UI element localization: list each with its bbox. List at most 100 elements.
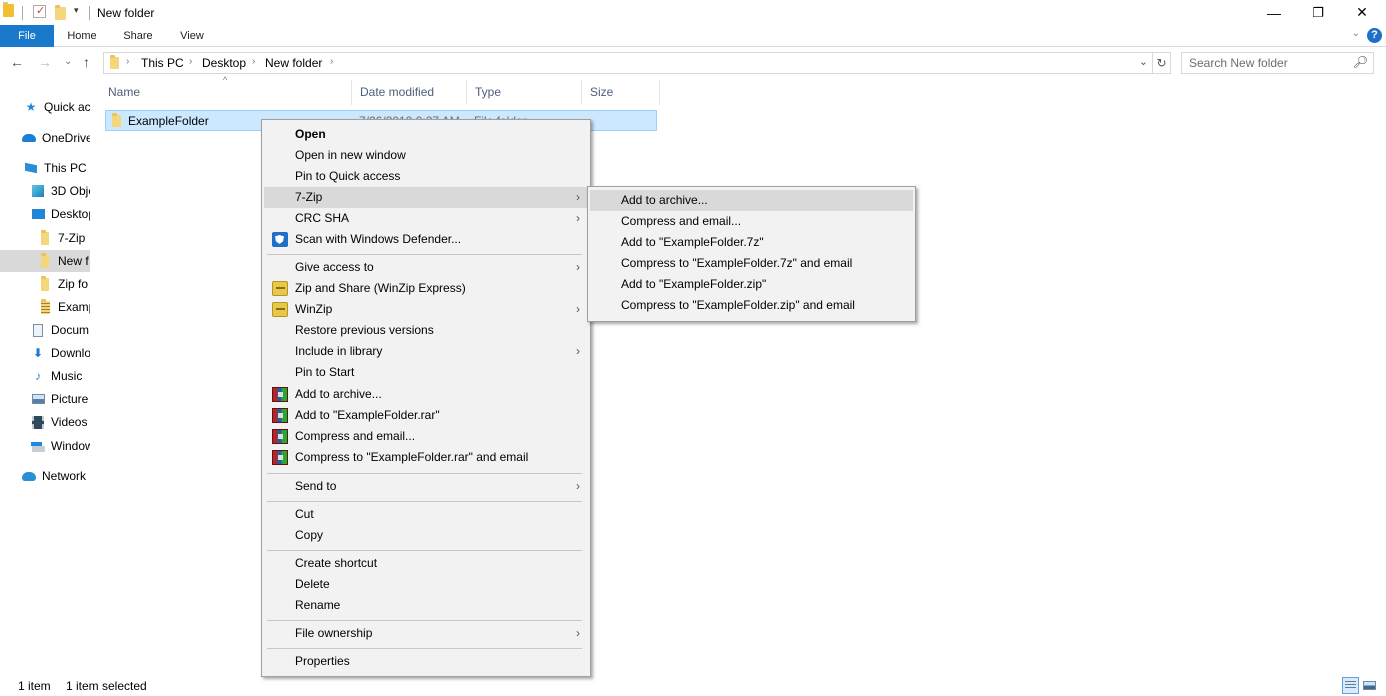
submenu-item-add-zip[interactable]: Add to "ExampleFolder.zip" (590, 274, 913, 295)
explorer-app-icon (3, 2, 14, 19)
up-button[interactable]: ↑ (83, 54, 90, 70)
winrar-icon (272, 387, 288, 402)
menu-item-rar-add-archive[interactable]: Add to archive... (264, 384, 588, 405)
search-icon[interactable]: 🔎︎ (1353, 55, 1368, 69)
chevron-right-icon: › (576, 302, 580, 316)
breadcrumb-separator[interactable]: › (330, 56, 333, 67)
tab-home[interactable]: Home (60, 25, 104, 47)
menu-item-pin-start[interactable]: Pin to Start (264, 362, 588, 383)
menu-item-rar-compress-to-email[interactable]: Compress to "ExampleFolder.rar" and emai… (264, 447, 588, 468)
recent-locations-button[interactable]: ⌄ (64, 56, 72, 67)
menu-item-give-access[interactable]: Give access to › (264, 257, 588, 278)
chevron-right-icon: › (576, 626, 580, 640)
menu-item-rename[interactable]: Rename (264, 595, 588, 616)
forward-button[interactable]: → (38, 54, 52, 70)
menu-item-zip-and-share[interactable]: Zip and Share (WinZip Express) (264, 278, 588, 299)
breadcrumb-separator[interactable]: › (126, 56, 129, 67)
breadcrumb-new-folder[interactable]: New folder (265, 56, 322, 70)
menu-item-open-new-window[interactable]: Open in new window (264, 145, 588, 166)
menu-item-7zip[interactable]: 7-Zip › (264, 187, 588, 208)
sidebar-item-downloads[interactable]: ⬇ Downlo (0, 342, 90, 364)
search-input[interactable] (1182, 53, 1352, 73)
sidebar-item-3d-objects[interactable]: 3D Obje (0, 180, 90, 202)
navigation-bar: ← → ⌄ ↑ › This PC › Desktop › New folder… (0, 48, 1386, 78)
address-bar[interactable]: › This PC › Desktop › New folder › ⌄ (103, 52, 1153, 74)
breadcrumb-separator[interactable]: › (189, 56, 192, 67)
properties-quick-icon[interactable]: ✓ (33, 5, 46, 18)
sidebar-item-zip-folder[interactable]: Zip fo (0, 273, 90, 295)
menu-item-include-library[interactable]: Include in library › (264, 341, 588, 362)
sidebar-item-this-pc[interactable]: This PC (0, 157, 90, 179)
submenu-item-compress-7z-email[interactable]: Compress to "ExampleFolder.7z" and email (590, 253, 913, 274)
sidebar-item-new-folder[interactable]: New f (0, 250, 90, 272)
winrar-icon (272, 408, 288, 423)
music-icon: ♪ (35, 369, 41, 383)
refresh-button[interactable]: ↻ (1153, 52, 1171, 74)
search-box[interactable]: 🔎︎ (1181, 52, 1374, 74)
menu-item-rar-compress-email[interactable]: Compress and email... (264, 426, 588, 447)
tab-share[interactable]: Share (116, 25, 160, 47)
menu-item-cut[interactable]: Cut (264, 504, 588, 525)
address-dropdown-icon[interactable]: ⌄ (1139, 55, 1148, 68)
menu-item-send-to[interactable]: Send to › (264, 476, 588, 497)
sidebar-item-network[interactable]: Network (0, 465, 90, 487)
details-view-button[interactable] (1342, 677, 1359, 694)
maximize-button[interactable]: ❐ (1295, 0, 1341, 25)
menu-separator (267, 620, 582, 621)
documents-icon (31, 323, 45, 337)
menu-item-scan-defender[interactable]: Scan with Windows Defender... (264, 229, 588, 250)
menu-item-create-shortcut[interactable]: Create shortcut (264, 553, 588, 574)
sidebar-item-pictures[interactable]: Picture (0, 388, 90, 410)
sidebar-item-7zip[interactable]: 7-Zip (0, 227, 90, 249)
title-bar: ✓ ▾ New folder — ❐ ✕ (0, 0, 1386, 25)
submenu-item-compress-email[interactable]: Compress and email... (590, 211, 913, 232)
column-header-size[interactable]: Size (582, 80, 660, 105)
submenu-item-compress-zip-email[interactable]: Compress to "ExampleFolder.zip" and emai… (590, 295, 913, 316)
zip-folder-icon (38, 298, 52, 314)
menu-item-restore-versions[interactable]: Restore previous versions (264, 320, 588, 341)
menu-item-pin-quick-access[interactable]: Pin to Quick access (264, 166, 588, 187)
chevron-right-icon: › (576, 211, 580, 225)
breadcrumb-separator[interactable]: › (252, 56, 255, 67)
submenu-item-add-archive[interactable]: Add to archive... (590, 190, 913, 211)
submenu-item-add-7z[interactable]: Add to "ExampleFolder.7z" (590, 232, 913, 253)
menu-item-winzip[interactable]: WinZip › (264, 299, 588, 320)
menu-item-open[interactable]: Open (264, 124, 588, 145)
star-icon: ★ (25, 100, 37, 114)
menu-item-rar-add-to[interactable]: Add to "ExampleFolder.rar" (264, 405, 588, 426)
tab-view[interactable]: View (170, 25, 214, 47)
sidebar-item-videos[interactable]: Videos (0, 411, 90, 433)
back-button[interactable]: ← (10, 54, 24, 70)
menu-separator (267, 473, 582, 474)
breadcrumb-desktop[interactable]: Desktop (202, 56, 246, 70)
close-button[interactable]: ✕ (1339, 0, 1385, 25)
sidebar-item-windows-drive[interactable]: Window (0, 435, 90, 457)
ribbon: File Home Share View ⌄ ? (0, 25, 1386, 47)
expand-ribbon-icon[interactable]: ⌄ (1352, 28, 1360, 39)
menu-separator (267, 550, 582, 551)
column-header-name[interactable]: Name (100, 80, 352, 105)
menu-item-copy[interactable]: Copy (264, 525, 588, 546)
sidebar-item-music[interactable]: ♪ Music (0, 365, 90, 387)
sidebar-item-desktop[interactable]: Desktop (0, 203, 90, 225)
help-button[interactable]: ? (1367, 28, 1382, 43)
large-icons-view-button[interactable] (1361, 677, 1378, 694)
divider (89, 6, 90, 20)
sidebar-item-example[interactable]: Examp (0, 296, 90, 318)
cube-icon (31, 184, 45, 198)
minimize-button[interactable]: — (1251, 0, 1297, 25)
sidebar-item-documents[interactable]: Docum (0, 319, 90, 341)
menu-item-crc-sha[interactable]: CRC SHA › (264, 208, 588, 229)
menu-item-properties[interactable]: Properties (264, 651, 588, 672)
breadcrumb-this-pc[interactable]: This PC (141, 56, 184, 70)
sidebar-item-onedrive[interactable]: OneDrive (0, 127, 90, 149)
column-header-type[interactable]: Type (467, 80, 582, 105)
menu-item-delete[interactable]: Delete (264, 574, 588, 595)
column-header-date-modified[interactable]: Date modified (352, 80, 467, 105)
menu-item-file-ownership[interactable]: File ownership › (264, 623, 588, 644)
customize-toolbar-icon[interactable]: ▾ (74, 5, 79, 20)
tab-file[interactable]: File (0, 25, 54, 47)
sidebar-item-quick-access[interactable]: ★ Quick ac (0, 96, 90, 118)
new-folder-quick-icon[interactable] (55, 5, 66, 22)
menu-separator (267, 648, 582, 649)
